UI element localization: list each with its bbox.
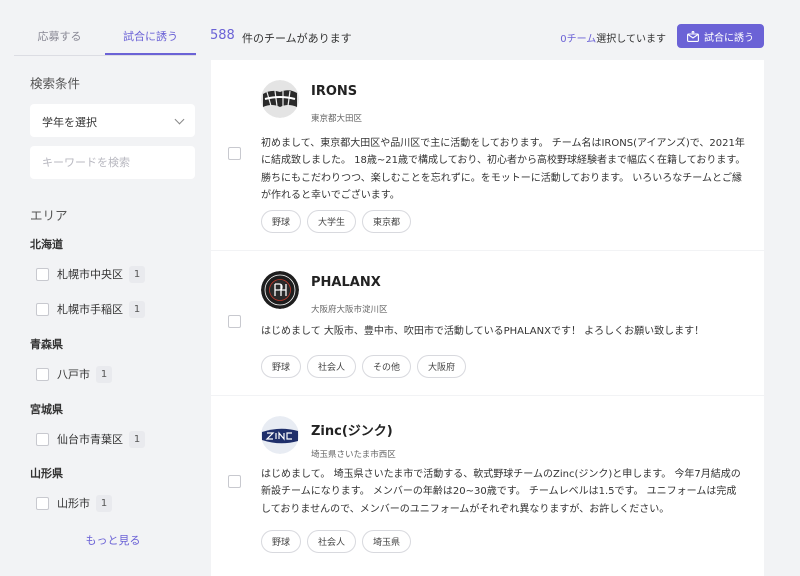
team-tags: 野球 社会人 その他 大阪府	[261, 355, 472, 378]
area-count-badge: 1	[129, 300, 145, 318]
team-name[interactable]: IRONS	[311, 84, 357, 99]
team-count: 588	[210, 28, 235, 43]
area-filter-item[interactable]: 仙台市青葉区 1	[36, 430, 145, 448]
team-tag: 野球	[261, 210, 302, 233]
selected-text: 選択しています	[596, 34, 666, 45]
team-location: 大阪府大阪市淀川区	[311, 305, 388, 315]
area-filter-item[interactable]: 山形市 1	[36, 494, 112, 512]
team-tag: 大学生	[307, 210, 357, 233]
area-checkbox[interactable]	[36, 367, 49, 381]
keyword-search-input[interactable]	[30, 146, 195, 179]
area-count-badge: 1	[96, 494, 112, 512]
team-tag: 野球	[261, 355, 302, 378]
team-tag: 野球	[261, 530, 302, 553]
area-checkbox[interactable]	[36, 302, 49, 316]
team-tags: 野球 社会人 埼玉県	[261, 530, 417, 553]
pref-yamagata: 山形県	[30, 467, 63, 480]
area-title: エリア	[30, 208, 68, 223]
mode-tabs: 応募する 試合に誘う	[14, 16, 196, 56]
grade-select-label: 学年を選択	[42, 116, 97, 129]
area-count-badge: 1	[129, 265, 145, 283]
area-city-label: 山形市	[57, 497, 90, 510]
tab-invite[interactable]: 試合に誘う	[105, 16, 196, 55]
pref-miyagi: 宮城県	[30, 403, 63, 416]
area-checkbox[interactable]	[36, 496, 49, 510]
mail-invite-icon	[687, 30, 699, 42]
team-name[interactable]: Zinc(ジンク)	[311, 420, 393, 439]
team-logo-irons	[261, 80, 299, 118]
show-more-link[interactable]: もっと見る	[0, 532, 226, 548]
invite-to-match-button[interactable]: 試合に誘う	[677, 24, 764, 48]
team-location: 東京都大田区	[311, 114, 363, 124]
selected-count: 0チーム	[560, 34, 597, 45]
filter-title: 検索条件	[30, 76, 81, 91]
team-card: PHALANX 大阪府大阪市淀川区 はじめまして 大阪市、豊中市、吹田市で活動し…	[211, 251, 764, 395]
team-description: 初めまして、東京都大田区や品川区で主に活動をしております。 チーム名はIRONS…	[261, 138, 746, 201]
team-name[interactable]: PHALANX	[311, 275, 381, 290]
area-city-label: 札幌市中央区	[57, 268, 123, 281]
area-filter-item[interactable]: 八戸市 1	[36, 365, 112, 383]
invite-button-label: 試合に誘う	[704, 32, 754, 44]
area-filter-item[interactable]: 札幌市中央区 1	[36, 265, 145, 283]
selection-status: 0チーム選択しています	[560, 30, 666, 45]
pref-aomori: 青森県	[30, 338, 63, 351]
area-city-label: 仙台市青葉区	[57, 433, 123, 446]
team-card: Zinc(ジンク) 埼玉県さいたま市西区 はじめまして。 埼玉県さいたま市で活動…	[211, 396, 764, 576]
team-count-text: 件のチームがあります	[242, 32, 352, 45]
team-tag: 東京都	[362, 210, 412, 233]
area-count-badge: 1	[129, 430, 145, 448]
team-select-checkbox[interactable]	[228, 475, 241, 488]
team-tag: その他	[362, 355, 412, 378]
area-filter-item[interactable]: 札幌市手稲区 1	[36, 300, 145, 318]
team-select-checkbox[interactable]	[228, 315, 241, 328]
chevron-down-icon	[174, 114, 185, 125]
team-tag: 埼玉県	[362, 530, 412, 553]
grade-select[interactable]: 学年を選択	[30, 104, 195, 137]
team-tags: 野球 大学生 東京都	[261, 210, 417, 233]
area-checkbox[interactable]	[36, 267, 49, 281]
team-card: IRONS 東京都大田区 初めまして、東京都大田区や品川区で主に活動をしておりま…	[211, 60, 764, 250]
team-select-checkbox[interactable]	[228, 147, 241, 160]
area-city-label: 札幌市手稲区	[57, 303, 123, 316]
team-description: はじめまして 大阪市、豊中市、吹田市で活動しているPHALANXです！ よろしく…	[261, 326, 705, 337]
tab-apply[interactable]: 応募する	[14, 16, 105, 55]
team-tag: 社会人	[307, 355, 357, 378]
area-checkbox[interactable]	[36, 432, 49, 446]
sidebar: 応募する 試合に誘う 検索条件 学年を選択 エリア 北海道 札幌市中央区 1 札…	[0, 0, 210, 576]
team-logo-zinc	[261, 416, 299, 454]
team-description: はじめまして。 埼玉県さいたま市で活動する、軟式野球チームのZinc(ジンク)と…	[261, 469, 741, 515]
team-logo-phalanx	[261, 271, 299, 309]
area-city-label: 八戸市	[57, 368, 90, 381]
team-tag: 大阪府	[417, 355, 467, 378]
team-location: 埼玉県さいたま市西区	[311, 450, 396, 460]
team-tag: 社会人	[307, 530, 357, 553]
area-count-badge: 1	[96, 365, 112, 383]
pref-hokkaido: 北海道	[30, 238, 63, 251]
